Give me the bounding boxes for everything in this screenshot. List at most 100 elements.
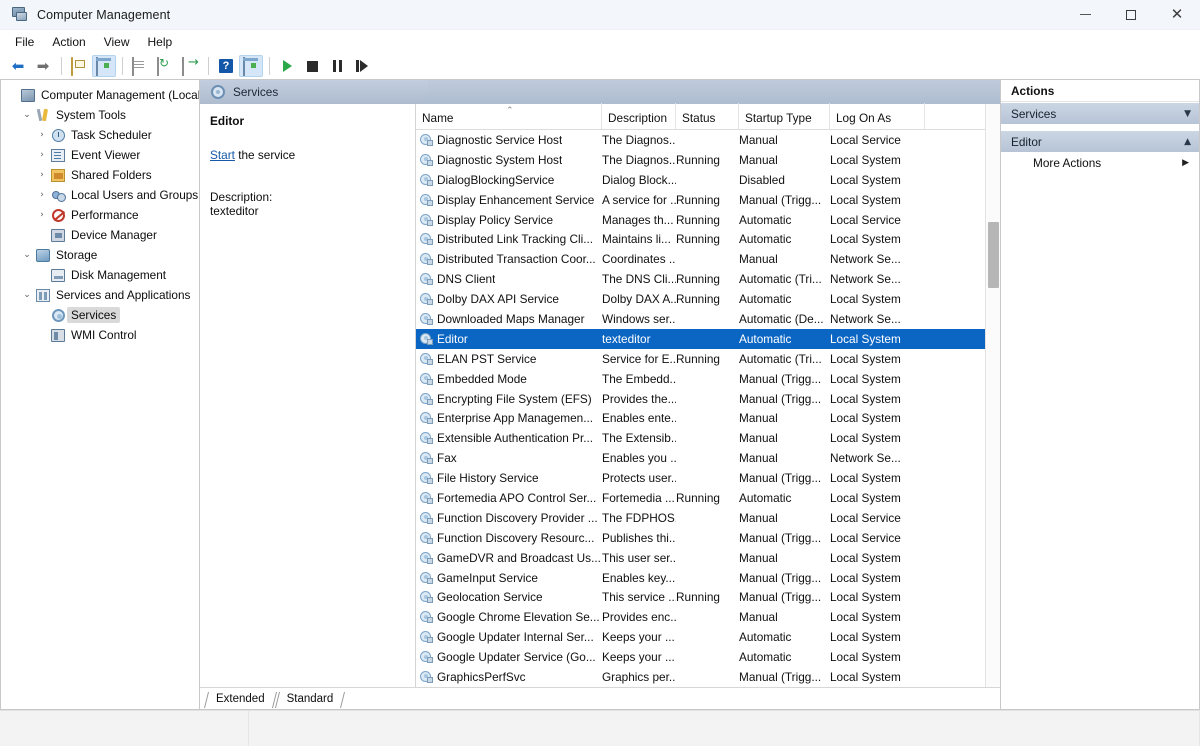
table-row[interactable]: Distributed Transaction Coor... Coordinat… xyxy=(416,249,985,269)
up-folder-button[interactable] xyxy=(67,55,91,77)
cell-startup-type: Manual xyxy=(739,510,778,525)
chevron-right-icon[interactable]: › xyxy=(35,130,49,140)
chevron-right-icon[interactable]: › xyxy=(35,170,49,180)
table-row[interactable]: Function Discovery Provider ... The FDPHO… xyxy=(416,508,985,528)
show-hide-action-pane-button[interactable] xyxy=(239,55,263,77)
chevron-right-icon[interactable]: › xyxy=(35,190,49,200)
column-header-status[interactable]: Status xyxy=(676,103,739,129)
table-row[interactable]: GameDVR and Broadcast Us... This user ser… xyxy=(416,548,985,568)
table-row[interactable]: Distributed Link Tracking Cli... Maintain… xyxy=(416,229,985,249)
back-icon: ⬅ xyxy=(11,57,25,75)
refresh-button[interactable] xyxy=(153,55,177,77)
table-row[interactable]: Diagnostic System Host The Diagnos... Runn… xyxy=(416,150,985,170)
services-pane-header: Services xyxy=(200,80,1000,104)
start-service-link[interactable]: Start xyxy=(210,148,235,162)
tree-item-services[interactable]: Services xyxy=(1,305,199,325)
restart-service-icon xyxy=(355,60,369,72)
back-button[interactable]: ⬅ xyxy=(6,55,30,77)
tree-item-device-manager[interactable]: Device Manager xyxy=(1,225,199,245)
column-header-log-on-as[interactable]: Log On As xyxy=(830,103,925,129)
table-row[interactable]: Downloaded Maps Manager Windows ser... Aut… xyxy=(416,309,985,329)
help-button[interactable]: ? xyxy=(214,55,238,77)
table-row[interactable]: Function Discovery Resourc... Publishes t… xyxy=(416,528,985,548)
table-row[interactable]: Display Policy Service Manages th... Runni… xyxy=(416,210,985,230)
column-header-startup-type[interactable]: Startup Type xyxy=(739,103,830,129)
stop-service-button[interactable] xyxy=(300,55,324,77)
tree-item-task-scheduler[interactable]: › Task Scheduler xyxy=(1,125,199,145)
forward-button[interactable]: ➡ xyxy=(31,55,55,77)
tree-item-performance[interactable]: › Performance xyxy=(1,205,199,225)
tree-item-storage[interactable]: ⌄ Storage xyxy=(1,245,199,265)
chevron-down-icon[interactable]: ⌄ xyxy=(20,110,34,120)
table-row[interactable]: Embedded Mode The Embedd... Manual (Trigg.… xyxy=(416,369,985,389)
close-button[interactable]: ✕ xyxy=(1154,0,1200,30)
chevron-down-icon[interactable]: ⌄ xyxy=(20,250,34,260)
cell-log-on-as: Local System xyxy=(830,371,901,386)
menu-file[interactable]: File xyxy=(6,32,43,52)
menu-view[interactable]: View xyxy=(95,32,139,52)
table-row[interactable]: GameInput Service Enables key... Manual (T… xyxy=(416,568,985,588)
table-row[interactable]: Extensible Authentication Pr... The Exten… xyxy=(416,428,985,448)
table-row[interactable]: Google Chrome Elevation Se... Provides en… xyxy=(416,607,985,627)
table-row[interactable]: Geolocation Service This service ... Runni… xyxy=(416,587,985,607)
table-row[interactable]: GraphicsPerfSvc Graphics per... Manual (Tr… xyxy=(416,667,985,687)
table-row-selected[interactable]: Editor texteditor Automatic Local System xyxy=(416,328,985,349)
view-tab-extended[interactable]: Extended xyxy=(206,690,277,709)
table-row[interactable]: ELAN PST Service Service for E... Running A… xyxy=(416,349,985,369)
chevron-down-icon[interactable]: ⌄ xyxy=(20,290,34,300)
tree-item-services-and-applications[interactable]: ⌄ Services and Applications xyxy=(1,285,199,305)
actions-section-services[interactable]: Services ▼ xyxy=(1001,102,1199,124)
services-list-body: Diagnostic Service Host The Diagnos... Man… xyxy=(416,130,985,687)
table-row[interactable]: Dolby DAX API Service Dolby DAX A... Runni… xyxy=(416,289,985,309)
start-service-button[interactable] xyxy=(275,55,299,77)
tree-item-shared-folders[interactable]: › Shared Folders xyxy=(1,165,199,185)
tree-item-wmi-control[interactable]: WMI Control xyxy=(1,325,199,345)
chevron-right-icon[interactable]: › xyxy=(35,210,49,220)
tree-item-computer-management-local[interactable]: Computer Management (Local) xyxy=(1,85,199,105)
cell-description: Dolby DAX A... xyxy=(602,292,676,307)
service-icon xyxy=(420,213,433,226)
export-list-button[interactable] xyxy=(178,55,202,77)
cell-description: Graphics per... xyxy=(602,669,676,684)
table-row[interactable]: File History Service Protects user... Manu… xyxy=(416,468,985,488)
actions-section-editor[interactable]: Editor ▲ xyxy=(1001,130,1199,152)
maximize-icon xyxy=(1126,9,1136,20)
table-row[interactable]: Fortemedia APO Control Ser... Fortemedia … xyxy=(416,488,985,508)
table-row[interactable]: DNS Client The DNS Cli... Running Automatic… xyxy=(416,269,985,289)
menu-action[interactable]: Action xyxy=(43,32,94,52)
cell-startup-type: Automatic (Tri... xyxy=(739,272,822,287)
services-list-scrollbar[interactable] xyxy=(985,104,1000,687)
title-bar: Computer Management ✕ xyxy=(0,0,1200,30)
cell-status: Running xyxy=(676,351,720,366)
table-row[interactable]: Encrypting File System (EFS) Provides the… xyxy=(416,389,985,409)
actions-item-more-actions[interactable]: More Actions ▶ xyxy=(1001,152,1199,174)
view-tab-standard[interactable]: Standard xyxy=(277,690,346,709)
chevron-right-icon[interactable]: › xyxy=(35,150,49,160)
table-row[interactable]: Google Updater Internal Ser... Keeps your… xyxy=(416,627,985,647)
tree-item-disk-management[interactable]: Disk Management xyxy=(1,265,199,285)
table-row[interactable]: Google Updater Service (Go... Keeps your … xyxy=(416,647,985,667)
table-row[interactable]: Fax Enables you ... Manual Network Se... xyxy=(416,448,985,468)
cell-log-on-as: Local System xyxy=(830,292,901,307)
column-header-description[interactable]: Description xyxy=(602,103,676,129)
show-hide-console-tree-button[interactable] xyxy=(92,55,116,77)
table-row[interactable]: Diagnostic Service Host The Diagnos... Man… xyxy=(416,130,985,150)
cell-startup-type: Manual xyxy=(739,550,778,565)
table-row[interactable]: Display Enhancement Service A service for… xyxy=(416,190,985,210)
export-list-icon xyxy=(182,57,198,76)
minimize-button[interactable] xyxy=(1062,0,1108,30)
tree-item-system-tools[interactable]: ⌄ System Tools xyxy=(1,105,199,125)
storage-icon xyxy=(34,248,52,262)
table-row[interactable]: Enterprise App Managemen... Enables ente.… xyxy=(416,408,985,428)
restart-service-button[interactable] xyxy=(350,55,374,77)
menu-help[interactable]: Help xyxy=(139,32,182,52)
service-icon xyxy=(420,293,433,306)
pause-service-button[interactable] xyxy=(325,55,349,77)
tree-item-event-viewer[interactable]: › Event Viewer xyxy=(1,145,199,165)
properties-button[interactable] xyxy=(128,55,152,77)
scrollbar-thumb[interactable] xyxy=(988,222,999,288)
maximize-button[interactable] xyxy=(1108,0,1154,30)
table-row[interactable]: DialogBlockingService Dialog Block... Disa… xyxy=(416,170,985,190)
detail-description-label: Description: xyxy=(210,190,273,204)
tree-item-local-users-and-groups[interactable]: › Local Users and Groups xyxy=(1,185,199,205)
